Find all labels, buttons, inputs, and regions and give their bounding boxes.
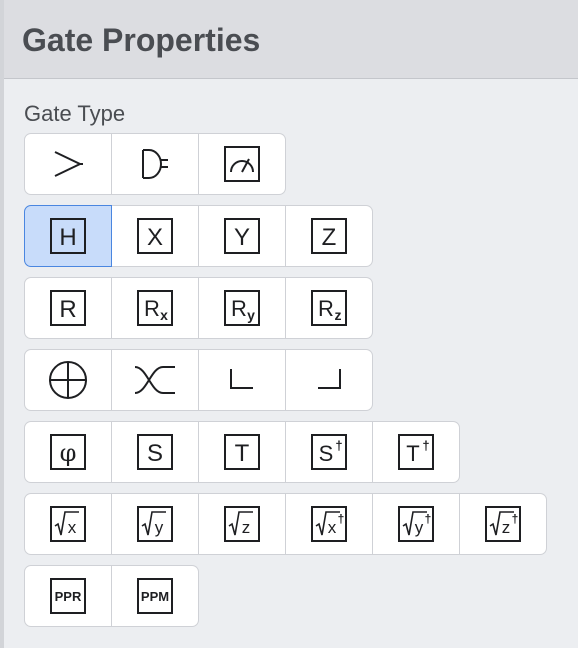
svg-text:T: T — [235, 440, 250, 467]
rx-gate-icon: Rx — [137, 290, 173, 326]
svg-text:R: R — [318, 296, 334, 321]
panel-header: Gate Properties — [4, 0, 578, 79]
and-gate-icon-button[interactable] — [112, 133, 199, 195]
corner-left-icon-button[interactable] — [199, 349, 286, 411]
rz-gate-icon: Rz — [311, 290, 347, 326]
panel-border — [0, 0, 4, 648]
sqrt-z-dagger-gate-button[interactable]: z † — [460, 493, 547, 555]
gate-row: HXYZ — [24, 205, 373, 267]
swap-icon — [134, 366, 175, 394]
x-gate-button[interactable]: X — [112, 205, 199, 267]
rx-gate-button[interactable]: Rx — [112, 277, 199, 339]
gate-row — [24, 133, 286, 195]
r-gate-button[interactable]: R — [24, 277, 112, 339]
svg-text:PPM: PPM — [141, 589, 169, 604]
h-gate-button[interactable]: H — [24, 205, 112, 267]
svg-text:†: † — [338, 512, 345, 526]
sqrt-z-dagger-gate-icon: z † — [485, 506, 521, 542]
ppr-gate-button[interactable]: PPR — [24, 565, 112, 627]
oplus-icon — [49, 361, 87, 399]
svg-text:y: y — [155, 518, 164, 537]
r-gate-icon: R — [50, 290, 86, 326]
svg-text:x: x — [68, 518, 77, 537]
sqrt-x-dagger-gate-button[interactable]: x † — [286, 493, 373, 555]
sqrt-x-gate-button[interactable]: x — [24, 493, 112, 555]
svg-text:z: z — [335, 307, 342, 323]
corner-right-icon — [318, 369, 341, 389]
y-gate-icon: Y — [224, 218, 260, 254]
gate-row: x y z x † y † z † — [24, 493, 547, 555]
sqrt-x-dagger-gate-icon: x † — [311, 506, 347, 542]
oplus-icon-button[interactable] — [24, 349, 112, 411]
sqrt-z-gate-button[interactable]: z — [199, 493, 286, 555]
ppm-gate-button[interactable]: PPM — [112, 565, 199, 627]
z-gate-icon: Z — [311, 218, 347, 254]
svg-text:†: † — [512, 512, 519, 526]
svg-text:Z: Z — [322, 224, 337, 251]
svg-text:R: R — [231, 296, 247, 321]
svg-text:S: S — [147, 440, 163, 467]
sqrt-y-dagger-gate-button[interactable]: y † — [373, 493, 460, 555]
x-gate-icon: X — [137, 218, 173, 254]
svg-text:z: z — [502, 518, 511, 537]
s-dagger-gate-icon: S † — [311, 434, 347, 470]
t-gate-button[interactable]: T — [199, 421, 286, 483]
svg-text:R: R — [59, 296, 76, 323]
sqrt-y-dagger-gate-icon: y † — [398, 506, 434, 542]
s-gate-button[interactable]: S — [112, 421, 199, 483]
control-icon-button[interactable] — [24, 133, 112, 195]
phi-gate-icon: φ — [50, 434, 86, 470]
ppm-gate-icon: PPM — [137, 578, 173, 614]
t-gate-icon: T — [224, 434, 260, 470]
sqrt-y-gate-icon: y — [137, 506, 173, 542]
svg-text:X: X — [147, 224, 163, 251]
svg-text:φ: φ — [60, 439, 77, 467]
svg-text:†: † — [425, 512, 432, 526]
svg-text:†: † — [422, 438, 429, 453]
svg-text:PPR: PPR — [55, 589, 82, 604]
s-dagger-gate-button[interactable]: S † — [286, 421, 373, 483]
s-gate-icon: S — [137, 434, 173, 470]
measure-icon-button[interactable] — [199, 133, 286, 195]
corner-right-icon-button[interactable] — [286, 349, 373, 411]
ry-gate-button[interactable]: Ry — [199, 277, 286, 339]
svg-text:y: y — [415, 518, 424, 537]
sqrt-z-gate-icon: z — [224, 506, 260, 542]
control-icon — [54, 151, 83, 177]
svg-text:T: T — [406, 441, 419, 466]
z-gate-button[interactable]: Z — [286, 205, 373, 267]
svg-text:S: S — [319, 441, 334, 466]
t-dagger-gate-button[interactable]: T † — [373, 421, 460, 483]
svg-text:z: z — [242, 518, 251, 537]
svg-text:x: x — [160, 307, 168, 323]
gate-row: PPR PPM — [24, 565, 199, 627]
svg-text:H: H — [59, 224, 76, 251]
gate-row — [24, 349, 373, 411]
svg-text:x: x — [328, 518, 337, 537]
corner-left-icon — [230, 369, 253, 389]
t-dagger-gate-icon: T † — [398, 434, 434, 470]
rz-gate-button[interactable]: Rz — [286, 277, 373, 339]
swap-icon-button[interactable] — [112, 349, 199, 411]
svg-text:Y: Y — [234, 224, 250, 251]
and-gate-icon — [142, 149, 168, 179]
gate-row: φ S T S † T † — [24, 421, 460, 483]
measure-icon — [224, 146, 260, 182]
y-gate-button[interactable]: Y — [199, 205, 286, 267]
ppr-gate-icon: PPR — [50, 578, 86, 614]
sqrt-y-gate-button[interactable]: y — [112, 493, 199, 555]
phi-gate-button[interactable]: φ — [24, 421, 112, 483]
gate-type-label: Gate Type — [24, 101, 126, 126]
h-gate-icon: H — [50, 218, 86, 254]
svg-text:R: R — [144, 296, 160, 321]
ry-gate-icon: Ry — [224, 290, 260, 326]
sqrt-x-gate-icon: x — [50, 506, 86, 542]
panel-title: Gate Properties — [22, 22, 261, 58]
gate-row: RRxRyRz — [24, 277, 373, 339]
svg-text:†: † — [335, 438, 342, 453]
svg-text:y: y — [247, 307, 255, 323]
